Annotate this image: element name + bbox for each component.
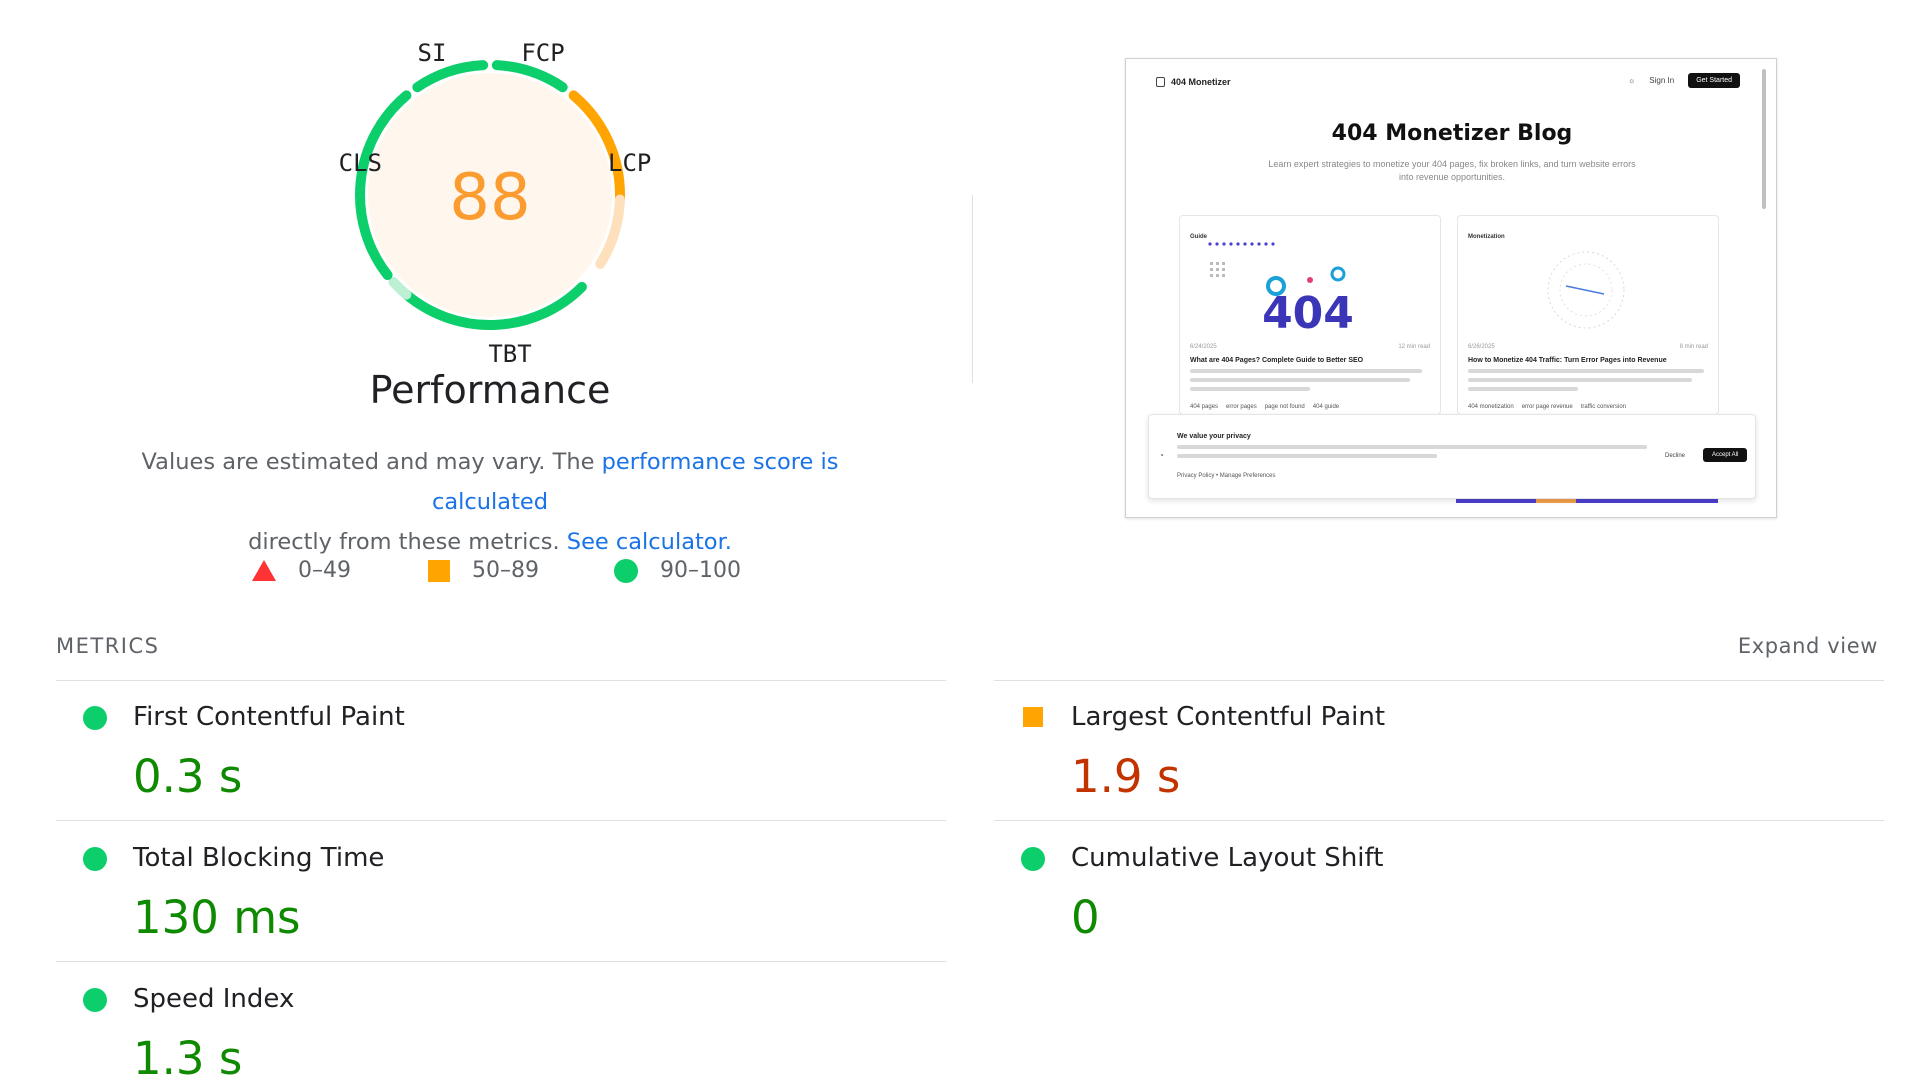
- thumb-cookie-text: [1177, 445, 1647, 463]
- metric-label: Total Blocking Time: [133, 843, 385, 873]
- thumb-chip: 404 pages: [1190, 404, 1219, 410]
- thumb-card: 404 Guide 6/24/2025 12 min read What are…: [1179, 215, 1441, 415]
- pass-dot-icon: [83, 988, 107, 1012]
- average-square-icon: [1021, 706, 1043, 727]
- thumb-get-started: Get Started: [1688, 73, 1740, 88]
- metric-value: 1.9 s: [1071, 750, 1181, 803]
- metric-fcp: First Contentful Paint 0.3 s: [56, 680, 946, 820]
- document-icon: [1156, 77, 1165, 87]
- metric-value: 0.3 s: [133, 750, 243, 803]
- metric-label: Cumulative Layout Shift: [1071, 843, 1384, 873]
- metric-lcp: Largest Contentful Paint 1.9 s: [994, 680, 1884, 820]
- thumb-card-illustration: 404: [1208, 242, 1354, 338]
- metric-label: First Contentful Paint: [133, 702, 405, 732]
- thumb-sign-in: Sign In: [1649, 76, 1675, 85]
- square-icon: [428, 559, 450, 582]
- thumb-card-tag: Monetization: [1468, 234, 1505, 240]
- description-text-1: Values are estimated and may vary. The: [141, 449, 602, 475]
- description-text-2: directly from these metrics.: [248, 529, 567, 555]
- thumb-brand: 404 Monetizer: [1156, 77, 1231, 87]
- thumb-chip: page not found: [1264, 404, 1305, 410]
- circle-icon: [614, 558, 638, 583]
- legend-average-range: 50–89: [472, 558, 539, 583]
- sun-icon: ☼: [1627, 76, 1636, 85]
- metric-si: Speed Index 1.3 s: [56, 962, 946, 1085]
- thumb-hero-title: 404 Monetizer Blog: [1331, 121, 1573, 146]
- expand-view-button[interactable]: Expand view: [1738, 634, 1878, 658]
- metric-value: 130 ms: [133, 891, 301, 944]
- thumb-card-title: What are 404 Pages? Complete Guide to Be…: [1190, 357, 1364, 364]
- gauge-label-si: SI: [418, 40, 447, 67]
- legend-pass: 90–100: [614, 558, 741, 583]
- thumb-chip: 404 monetization: [1468, 404, 1514, 410]
- legend-pass-range: 90–100: [660, 558, 741, 583]
- thumb-cookie-title: We value your privacy: [1177, 433, 1251, 440]
- thumb-nav: ☼ Sign In Get Started: [1628, 73, 1740, 88]
- thumb-card-illustration: [1547, 251, 1625, 329]
- thumb-card-tag: Guide: [1190, 234, 1208, 240]
- pass-dot-icon: [83, 706, 107, 730]
- legend-average: 50–89: [428, 558, 539, 583]
- score-legend: 0–49 50–89 90–100: [0, 558, 980, 588]
- thumb-chip: error page revenue: [1521, 404, 1573, 410]
- thumb-cookie-decline: Decline: [1665, 453, 1686, 459]
- performance-gauge: 88 SI FCP LCP CLS TBT: [339, 40, 652, 368]
- thumb-cookie-accept: Accept All: [1703, 448, 1748, 462]
- vertical-divider: [972, 195, 973, 383]
- thumb-card-chips: 404 pages error pages page not found 404…: [1190, 404, 1339, 410]
- cookie-icon: ◔: [1159, 451, 1164, 460]
- thumb-brand-label: 404 Monetizer: [1171, 77, 1231, 87]
- see-calculator-link[interactable]: See calculator.: [567, 529, 732, 555]
- thumb-cookie-links: Privacy Policy • Manage Preferences: [1177, 473, 1276, 479]
- gauge-label-cls: CLS: [339, 149, 382, 177]
- thumb-card-read-time: 8 min read: [1679, 344, 1708, 350]
- thumb-card: Monetization 6/26/2025 8 min read How to…: [1457, 215, 1719, 415]
- metric-cls: Cumulative Layout Shift 0: [994, 821, 1884, 961]
- thumb-card-chips: 404 monetization error page revenue traf…: [1468, 404, 1626, 410]
- thumb-card-date: 6/24/2025: [1190, 344, 1217, 350]
- gauge-label-tbt: TBT: [488, 340, 531, 368]
- thumb-chip: error pages: [1226, 404, 1257, 410]
- thumb-hero-subtitle: Learn expert strategies to monetize your…: [1268, 159, 1636, 182]
- metric-label: Largest Contentful Paint: [1071, 702, 1386, 732]
- thumb-chip: traffic conversion: [1580, 404, 1626, 410]
- thumb-card-read-time: 12 min read: [1398, 344, 1430, 350]
- thumb-card-excerpt: [1468, 369, 1708, 396]
- legend-fail-range: 0–49: [298, 558, 351, 583]
- pass-dot-icon: [83, 847, 107, 871]
- metric-value: 1.3 s: [133, 1032, 243, 1085]
- thumb-card-title: How to Monetize 404 Traffic: Turn Error …: [1468, 357, 1667, 364]
- metric-value: 0: [1071, 891, 1100, 944]
- thumb-card-excerpt: [1190, 369, 1430, 396]
- metric-label: Speed Index: [133, 984, 295, 1014]
- thumb-cookie-banner: ◔ We value your privacy Privacy Policy •…: [1148, 414, 1756, 499]
- gauge-label-lcp: LCP: [608, 149, 651, 177]
- final-screenshot[interactable]: 404 Monetizer ☼ Sign In Get Started 404 …: [1125, 58, 1777, 518]
- score-description: Values are estimated and may vary. The p…: [90, 442, 890, 562]
- metric-tbt: Total Blocking Time 130 ms: [56, 821, 946, 961]
- legend-fail: 0–49: [252, 558, 351, 583]
- pass-dot-icon: [1021, 847, 1045, 871]
- thumb-chip: 404 guide: [1312, 404, 1340, 410]
- triangle-icon: [252, 560, 276, 581]
- gauge-label-fcp: FCP: [521, 40, 564, 67]
- thumb-card-date: 6/26/2025: [1468, 344, 1495, 350]
- category-title: Performance: [369, 368, 611, 412]
- metrics-header: METRICS: [56, 634, 160, 658]
- gauge-score: 88: [449, 161, 530, 235]
- gauge-arc-tbt-remainder: [388, 276, 412, 300]
